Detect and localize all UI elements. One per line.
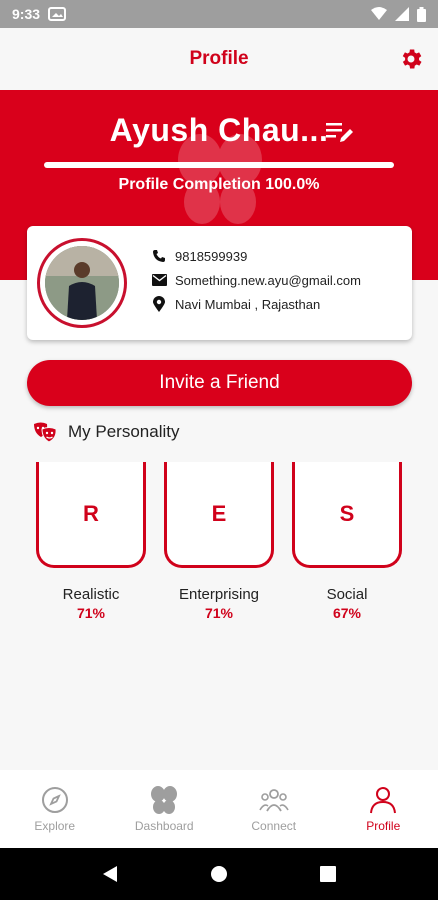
phone-row: 9818599939 [151, 248, 247, 264]
email-row: Something.new.ayu@gmail.com [151, 272, 361, 288]
nav-item-explore[interactable]: Explore [0, 770, 110, 848]
location-row: Navi Mumbai , Rajasthan [151, 296, 320, 312]
profile-completion-bar [44, 162, 394, 168]
trait-percent: 67% [332, 605, 362, 621]
trait-card-enterprising[interactable]: E Enterprising 71% [164, 462, 274, 621]
person-photo-icon [45, 246, 119, 320]
nav-item-dashboard[interactable]: Dashboard [110, 770, 220, 848]
email-address: Something.new.ayu@gmail.com [175, 272, 361, 288]
app-bar: Profile [0, 28, 438, 90]
nav-item-connect[interactable]: Connect [219, 770, 329, 848]
edit-profile-icon[interactable] [326, 120, 354, 144]
user-name: Ayush Chau... [109, 112, 329, 148]
trait-box: R [36, 462, 146, 568]
email-icon [151, 272, 167, 288]
location-text: Navi Mumbai , Rajasthan [175, 296, 321, 312]
trait-box: S [292, 462, 402, 568]
recents-icon[interactable] [320, 866, 336, 882]
trait-name: Enterprising [178, 586, 260, 603]
trait-box: E [164, 462, 274, 568]
nav-item-profile[interactable]: Profile [329, 770, 438, 848]
nav-label: Connect [251, 819, 297, 833]
trait-name: Realistic [62, 586, 120, 603]
trait-card-social[interactable]: S Social 67% [292, 462, 402, 621]
trait-letter: S [339, 500, 355, 526]
trait-letter: E [211, 500, 227, 526]
status-icons [371, 6, 426, 22]
gear-icon[interactable] [398, 46, 424, 72]
nav-label: Dashboard [134, 819, 194, 833]
phone-number: 9818599939 [175, 248, 248, 264]
people-icon [259, 789, 289, 812]
image-notification-icon [48, 7, 67, 21]
person-icon [370, 787, 397, 814]
personality-heading: My Personality [32, 420, 179, 444]
nav-label: Explore [34, 819, 76, 833]
butterfly-icon [151, 786, 178, 814]
trait-percent: 71% [76, 605, 106, 621]
status-time: 9:33 [12, 6, 41, 22]
personality-title: My Personality [68, 422, 180, 441]
profile-completion-text: Profile Completion 100.0% [118, 176, 320, 193]
profile-card: 9818599939 Something.new.ayu@gmail.com N… [27, 226, 412, 340]
trait-letter: R [83, 500, 99, 526]
trait-name: Social [326, 586, 368, 603]
avatar-photo [45, 246, 119, 320]
battery-icon [417, 6, 426, 22]
compass-icon [41, 787, 68, 813]
invite-friend-button[interactable]: Invite a Friend [27, 360, 412, 406]
location-pin-icon [151, 296, 167, 312]
page-title: Profile [189, 48, 249, 69]
home-icon[interactable] [210, 865, 228, 883]
status-bar: 9:33 [0, 0, 438, 28]
theater-masks-icon [34, 422, 57, 443]
signal-icon [395, 7, 409, 21]
phone-icon [151, 248, 167, 264]
bottom-nav: Explore Dashboard Connect Profile [0, 770, 438, 848]
trait-percent: 71% [204, 605, 234, 621]
avatar[interactable] [37, 238, 127, 328]
nav-label: Profile [366, 819, 401, 833]
wifi-icon [371, 7, 387, 20]
system-nav-bar [0, 848, 438, 900]
profile-screen: 9:33 Profile Ayush Chau... Profile Compl… [0, 0, 438, 900]
trait-card-realistic[interactable]: R Realistic 71% [36, 462, 146, 621]
back-icon[interactable] [102, 865, 118, 883]
